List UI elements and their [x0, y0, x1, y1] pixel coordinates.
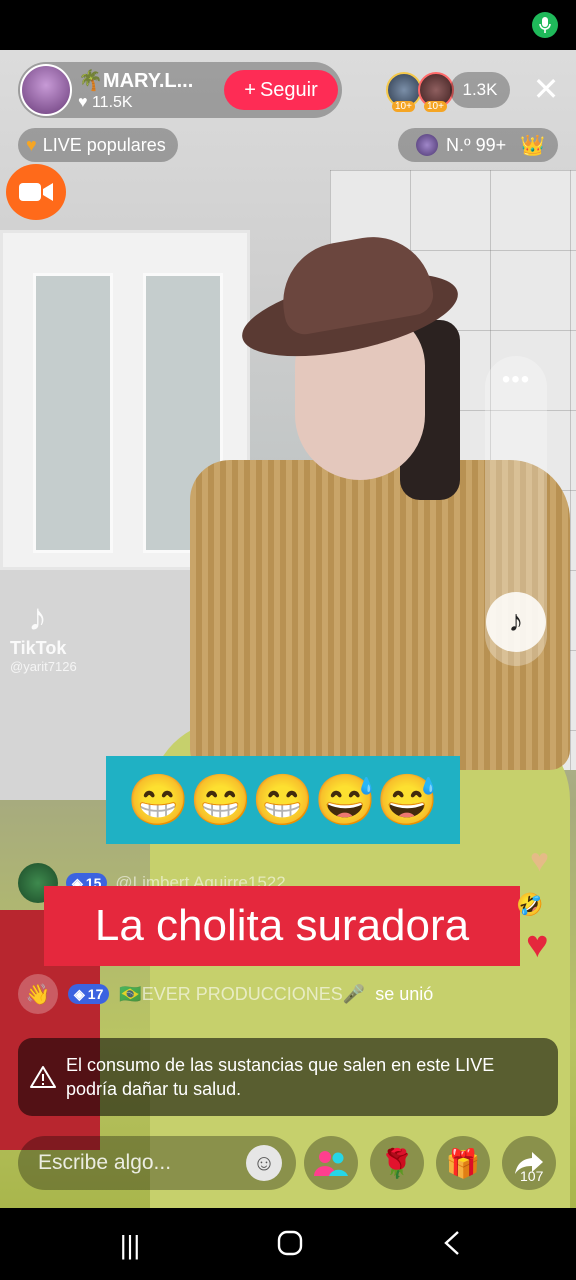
likes-count: 11.5K: [91, 94, 133, 111]
heart-icon: ♥: [78, 94, 88, 111]
level-badge: ◈ 17: [68, 984, 110, 1004]
joined-action: se unió: [375, 983, 434, 1004]
guests-icon[interactable]: [304, 1136, 358, 1190]
live-popular-badge[interactable]: ♥ LIVE populares: [18, 128, 178, 162]
host-info[interactable]: 🌴MARY.L... ♥ 11.5K + Seguir: [18, 62, 342, 118]
video-camera-icon: [19, 183, 53, 201]
mic-icon: [532, 12, 558, 38]
follow-label: Seguir: [259, 78, 318, 101]
joined-notification: 👋 ◈ 17 🇧🇷EVER PRODUCCIONES🎤 se unió: [18, 974, 538, 1014]
host-name[interactable]: 🌴MARY.L...: [78, 68, 193, 93]
rank-label: N.º 99+: [446, 134, 507, 155]
warning-text: El consumo de las sustancias que salen e…: [66, 1055, 495, 1099]
share-count: 107: [520, 1168, 544, 1184]
smiley-icon[interactable]: ☺: [246, 1145, 282, 1181]
heart-icon: ♥: [26, 134, 37, 155]
gift-icon[interactable]: 🎁: [436, 1136, 490, 1190]
warning-triangle-icon: [30, 1066, 56, 1088]
more-icon[interactable]: •••: [485, 366, 547, 394]
follow-button[interactable]: + Seguir: [224, 70, 338, 110]
watermark-brand: TikTok: [10, 638, 67, 658]
home-icon[interactable]: [270, 1230, 310, 1260]
system-nav-bar: |||: [0, 1208, 576, 1280]
host-likes: ♥ 11.5K: [78, 94, 133, 112]
diamond-icon: ◈: [74, 985, 85, 1002]
host-avatar[interactable]: [20, 64, 72, 116]
tiktok-logo-icon: ♪: [28, 597, 47, 639]
popular-label: LIVE populares: [42, 134, 166, 155]
live-camera-button[interactable]: [6, 164, 66, 220]
caption-banner: La cholita suradora: [44, 886, 520, 966]
viewer-avatar[interactable]: 10+: [386, 72, 422, 112]
wave-hand-icon[interactable]: 👋: [18, 974, 58, 1014]
close-icon[interactable]: ✕: [530, 73, 562, 106]
viewer-badge: 10+: [392, 101, 415, 112]
viewer-badge: 10+: [424, 101, 447, 112]
music-note-icon[interactable]: ♪: [486, 592, 546, 652]
viewer-avatar[interactable]: 10+: [418, 72, 454, 112]
heart-icon: ♥: [530, 842, 549, 878]
bottom-bar: Escribe algo... ☺ 🌹 🎁 107: [0, 1136, 576, 1190]
heart-icon: ♥: [526, 924, 549, 966]
plus-icon: +: [244, 78, 256, 101]
laughing-emoji-icon: 🤣: [516, 892, 544, 917]
top-viewers[interactable]: 10+ 10+: [386, 72, 454, 112]
viewer-count[interactable]: 1.3K: [450, 72, 510, 108]
joined-username[interactable]: 🇧🇷EVER PRODUCCIONES🎤: [119, 984, 365, 1005]
back-icon[interactable]: [432, 1230, 472, 1260]
watermark-handle: @yarit7126: [10, 659, 77, 674]
side-panel: ••• ♪: [485, 356, 547, 666]
status-bar: [0, 0, 576, 50]
ranking-badge[interactable]: N.º 99+ 👑: [398, 128, 558, 162]
emoji-banner: 😁😁😁😅😅: [106, 756, 460, 844]
top-bar: 🌴MARY.L... ♥ 11.5K + Seguir 10+ 10+ 1.3K…: [0, 62, 576, 122]
level-value: 17: [87, 986, 104, 1002]
health-warning: El consumo de las sustancias que salen e…: [18, 1038, 558, 1116]
recent-apps-icon[interactable]: |||: [110, 1230, 150, 1260]
rank-avatar: [416, 134, 438, 156]
crown-icon: 👑: [520, 134, 546, 157]
tiktok-watermark: ♪ TikTok @yarit7126: [10, 598, 110, 674]
rose-icon[interactable]: 🌹: [370, 1136, 424, 1190]
